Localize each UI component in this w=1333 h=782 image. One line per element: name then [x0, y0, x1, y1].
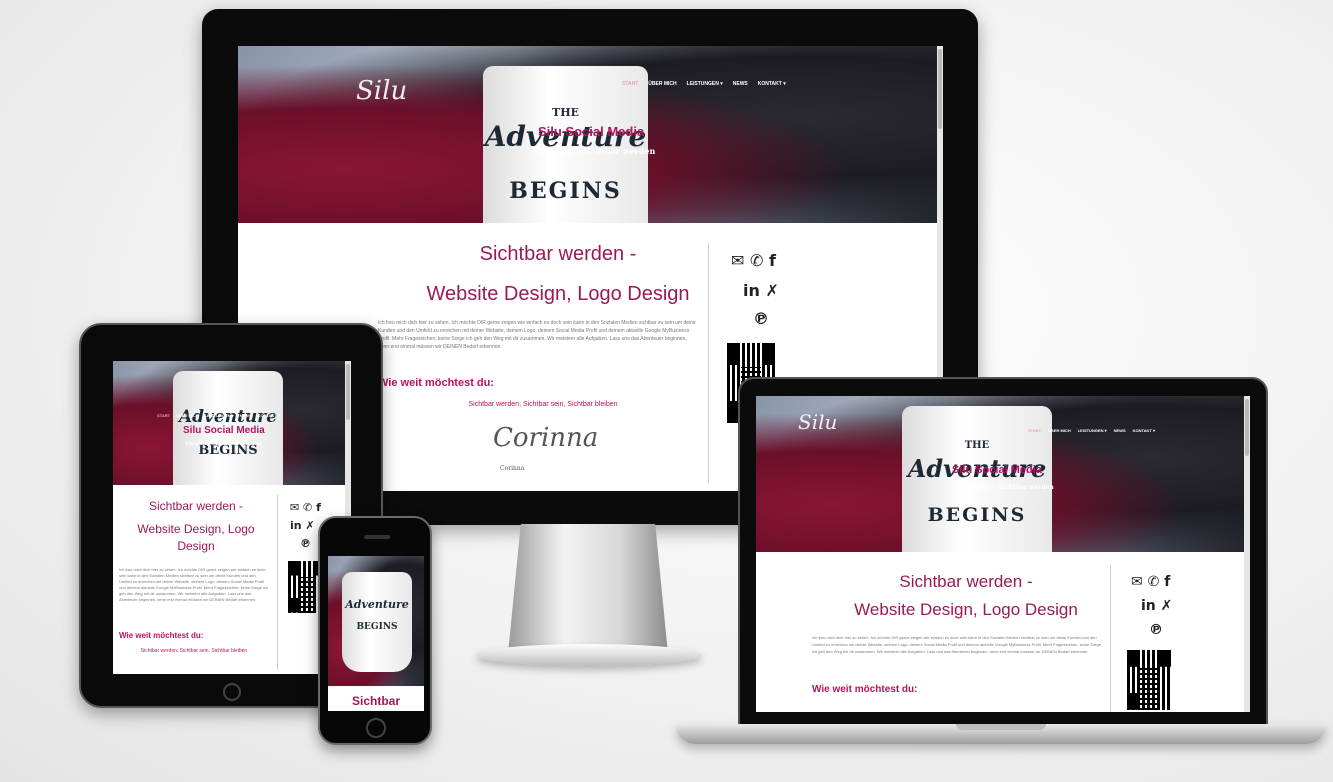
phone-heading: Sichtbar: [351, 694, 400, 708]
nav-item-services[interactable]: LEISTUNGEN ▾: [687, 81, 723, 87]
phone-device: Adventure BEGINS Sichtbar: [318, 516, 432, 745]
nav-item-start[interactable]: START: [622, 81, 638, 87]
laptop-content: Sichtbar werden - Website Design, Logo D…: [756, 552, 1250, 712]
monitor-stand-base: [476, 644, 702, 666]
signature-name: Corinna: [500, 465, 525, 472]
phone-hero: Adventure BEGINS: [328, 556, 424, 686]
signature: Corinna: [493, 423, 599, 453]
laptop-mug-bottom: BEGINS: [927, 504, 1027, 526]
phone-mug-text: Adventure: [345, 598, 409, 611]
tablet-question: Wie weit möchtest du:: [119, 631, 204, 640]
hero-title: Silu Social Media: [538, 124, 645, 139]
laptop-logo[interactable]: Silu: [798, 410, 837, 434]
tablet-hero-title: Silu Social Media: [183, 425, 265, 436]
tablet-intro: Ich freu mich dich hier zu sehen. Ich mö…: [119, 567, 269, 602]
phone-home-button[interactable]: [366, 718, 386, 738]
laptop-nav: START ÜBER MICH LEISTUNGEN ▾ NEWS KONTAK…: [1028, 428, 1155, 433]
hero-subtitle: Visibility - Sichtbar werden: [533, 146, 656, 156]
mug-image: THE Adventure BEGINS: [483, 66, 648, 223]
monitor-stand-neck: [508, 524, 668, 654]
laptop-nav-start[interactable]: START: [1028, 428, 1041, 433]
laptop-hero: THE Adventure BEGINS Silu START ÜBER MIC…: [756, 396, 1250, 552]
laptop-scrollbar[interactable]: [1244, 396, 1250, 712]
laptop-lid: THE Adventure BEGINS Silu START ÜBER MIC…: [738, 377, 1268, 727]
tablet-hero: Adventure BEGINS START ÜBER MICH LEISTUN…: [113, 361, 351, 485]
laptop-notch: [956, 724, 1046, 730]
laptop-qr-code: [1125, 648, 1173, 712]
phone-screen: Adventure BEGINS Sichtbar: [328, 556, 424, 711]
nav-item-news[interactable]: NEWS: [733, 81, 748, 87]
heading-line-2: Website Design, Logo Design: [426, 283, 690, 305]
phone-mug-bottom: BEGINS: [356, 622, 398, 632]
tablet-nav: START ÜBER MICH LEISTUNGEN ▾ NEWS KONTAK…: [157, 413, 280, 418]
tablet-nav-start[interactable]: START: [157, 413, 170, 418]
tablet-hero-subtitle: Visibility - Sichtbar werden: [185, 441, 262, 447]
laptop-heading-1: Sichtbar werden -: [899, 572, 1033, 591]
laptop-screen: THE Adventure BEGINS Silu START ÜBER MIC…: [756, 396, 1250, 712]
social-icons-row-1[interactable]: ✉ ✆ f: [731, 251, 776, 270]
tablet-content: Sichtbar werden - Website Design, Logo D…: [113, 485, 351, 674]
mug-text-bottom: BEGINS: [509, 178, 622, 204]
tablet-nav-news[interactable]: NEWS: [240, 413, 252, 418]
laptop-heading-2: Website Design, Logo Design: [854, 600, 1078, 619]
tablet-social-2[interactable]: in ✗: [290, 519, 315, 532]
mug-text-small: THE: [552, 106, 579, 119]
phone-speaker: [364, 535, 390, 539]
laptop-hero-subtitle: Visibility - Sichtbar werden: [962, 484, 1054, 491]
laptop-intro: Ich freu mich dich hier zu sehen. Ich mö…: [812, 635, 1101, 654]
tablet-nav-contact[interactable]: KONTAKT ▾: [258, 413, 280, 418]
nav-item-contact[interactable]: KONTAKT ▾: [758, 81, 786, 87]
laptop-hero-title: Silu Social Media: [952, 464, 1042, 476]
hero-banner: THE Adventure BEGINS Silu START ÜBER MIC…: [238, 46, 943, 223]
tablet-social-1[interactable]: ✉ ✆ f: [290, 501, 321, 514]
laptop-nav-news[interactable]: NEWS: [1114, 428, 1126, 433]
phone-mug: Adventure BEGINS: [342, 572, 412, 672]
main-nav: START ÜBER MICH LEISTUNGEN ▾ NEWS KONTAK…: [622, 81, 786, 87]
laptop-social-3[interactable]: ℗: [1149, 622, 1163, 638]
tablet-heading-2: Website Design, Logo Design: [137, 522, 255, 553]
social-icons-row-3[interactable]: ℗: [753, 309, 769, 328]
laptop-nav-services[interactable]: LEISTUNGEN ▾: [1078, 428, 1107, 433]
tablet-screen: Adventure BEGINS START ÜBER MICH LEISTUN…: [113, 361, 351, 674]
intro-text: Ich freu mich dich hier zu sehen. Ich mö…: [378, 320, 696, 350]
site-logo[interactable]: Silu: [356, 76, 407, 106]
tablet-heading-1: Sichtbar werden -: [148, 499, 244, 513]
question-heading: Wie weit möchtest du:: [378, 377, 495, 389]
tablet-nav-about[interactable]: ÜBER MICH: [176, 413, 199, 418]
laptop-nav-contact[interactable]: KONTAKT ▾: [1133, 428, 1155, 433]
tablet-options[interactable]: Sichtbar werden, Sichtbar sein, Sichtbar…: [119, 648, 269, 654]
laptop-social-1[interactable]: ✉ ✆ f: [1131, 574, 1170, 590]
tablet-home-button[interactable]: [223, 683, 241, 701]
heading-line-1: Sichtbar werden -: [479, 243, 637, 265]
laptop-question: Wie weit möchtest du:: [812, 684, 918, 695]
nav-item-about[interactable]: ÜBER MICH: [648, 81, 676, 87]
laptop-nav-about[interactable]: ÜBER MICH: [1048, 428, 1071, 433]
laptop-social-2[interactable]: in ✗: [1141, 598, 1172, 614]
tablet-social-3[interactable]: ℗: [300, 537, 311, 550]
tablet-nav-services[interactable]: LEISTUNGEN ▾: [205, 413, 234, 418]
phone-content: Sichtbar: [328, 686, 424, 711]
social-icons-row-2[interactable]: in ✗: [743, 281, 779, 300]
laptop-mug-small: THE: [964, 440, 990, 451]
laptop-sidebar: ✉ ✆ f in ✗ ℗: [1110, 566, 1190, 712]
options-line[interactable]: Sichtbar werden, Sichtbar sein, Sichtbar…: [428, 401, 658, 408]
